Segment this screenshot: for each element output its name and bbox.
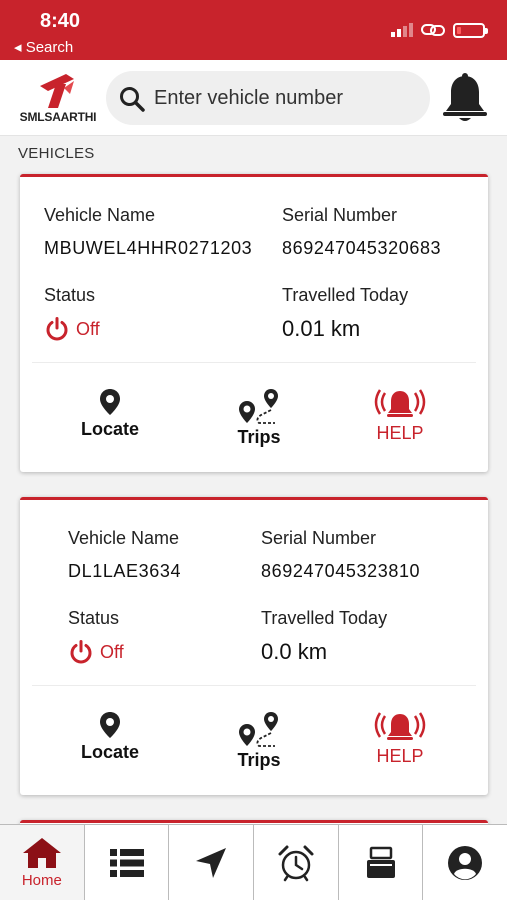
travelled-today-field: Travelled Today 0.01 km — [282, 285, 408, 342]
status-icons — [391, 22, 488, 38]
vehicle-name-label: Vehicle Name — [44, 205, 156, 225]
logo-text: SMLSAARTHI — [19, 110, 97, 124]
nav-navigate[interactable] — [169, 825, 255, 900]
serial-number-label: Serial Number — [282, 205, 398, 225]
status-value: Off — [100, 641, 124, 662]
app-logo: SMLSAARTHI — [18, 72, 98, 128]
serial-number-field: Serial Number 869247045323810 — [261, 528, 420, 582]
nav-alarms[interactable] — [254, 825, 339, 900]
status-value: Off — [76, 318, 100, 339]
travelled-today-label: Travelled Today — [282, 285, 409, 305]
back-to-search-link[interactable]: ◂ Search — [14, 38, 73, 56]
travelled-today-value: 0.0 km — [261, 639, 328, 664]
printer-icon — [366, 846, 395, 878]
card-divider — [32, 685, 476, 686]
logo-mark-icon — [40, 74, 74, 108]
link-icon — [421, 24, 445, 36]
help-button[interactable]: HELP — [350, 710, 450, 767]
trips-label: Trips — [237, 750, 281, 770]
clock: 8:40 — [40, 10, 81, 32]
vehicle-name-value: MBUWEL4HHR0271203 — [44, 238, 253, 258]
vehicle-search-input[interactable] — [154, 71, 424, 125]
app-header: SMLSAARTHI — [0, 60, 507, 136]
trips-label: Trips — [237, 427, 281, 447]
trips-button[interactable]: Trips — [209, 710, 309, 771]
user-profile-icon — [448, 845, 483, 880]
locate-button[interactable]: Locate — [60, 710, 160, 763]
locate-label: Locate — [80, 419, 140, 439]
status-bar: 8:40 ◂ Search — [0, 0, 507, 60]
alarm-clock-icon — [278, 845, 314, 881]
locate-button[interactable]: Locate — [60, 387, 160, 440]
location-pin-icon — [100, 712, 120, 738]
list-icon — [109, 848, 144, 877]
help-label: HELP — [376, 423, 424, 443]
power-icon — [46, 317, 68, 341]
locate-label: Locate — [80, 742, 140, 762]
travelled-today-value: 0.01 km — [282, 316, 361, 341]
vehicle-name-value: DL1LAE3634 — [68, 561, 182, 581]
alarm-bell-icon — [374, 389, 426, 417]
power-icon — [70, 640, 92, 664]
vehicle-card: Vehicle Name MBUWEL4HHR0271203 Serial Nu… — [20, 174, 488, 472]
travelled-today-field: Travelled Today 0.0 km — [261, 608, 387, 665]
status-field: Status Off — [68, 608, 124, 665]
status-label: Status — [44, 285, 96, 305]
location-pin-icon — [100, 389, 120, 415]
search-icon — [120, 87, 145, 112]
alarm-bell-icon — [374, 712, 426, 740]
signal-icon — [391, 23, 413, 37]
nav-profile[interactable] — [423, 825, 507, 900]
trips-route-icon — [239, 712, 278, 747]
nav-home-label: Home — [21, 872, 62, 889]
search-bar[interactable] — [106, 71, 430, 125]
nav-list[interactable] — [85, 825, 170, 900]
home-icon — [22, 838, 61, 868]
travelled-today-label: Travelled Today — [261, 608, 388, 628]
status-label: Status — [68, 608, 120, 628]
bottom-navigation: Home — [0, 824, 507, 900]
navigation-arrow-icon — [196, 847, 227, 878]
section-title: VEHICLES — [18, 145, 95, 162]
trips-button[interactable]: Trips — [209, 387, 309, 448]
serial-number-value: 869247045323810 — [261, 561, 421, 581]
nav-printer[interactable] — [339, 825, 424, 900]
trips-route-icon — [239, 389, 278, 424]
status-field: Status Off — [44, 285, 100, 342]
serial-number-label: Serial Number — [261, 528, 377, 548]
vehicle-name-label: Vehicle Name — [68, 528, 180, 548]
vehicle-card: Vehicle Name DL1LAE3634 Serial Number 86… — [20, 497, 488, 795]
notification-bell-icon[interactable] — [441, 72, 489, 124]
serial-number-field: Serial Number 869247045320683 — [282, 205, 441, 259]
serial-number-value: 869247045320683 — [282, 238, 442, 258]
battery-icon — [453, 22, 488, 38]
help-button[interactable]: HELP — [350, 387, 450, 444]
vehicle-name-field: Vehicle Name MBUWEL4HHR0271203 — [44, 205, 252, 259]
card-divider — [32, 362, 476, 363]
vehicle-name-field: Vehicle Name DL1LAE3634 — [68, 528, 181, 582]
nav-home[interactable]: Home — [0, 825, 85, 900]
help-label: HELP — [376, 746, 424, 766]
